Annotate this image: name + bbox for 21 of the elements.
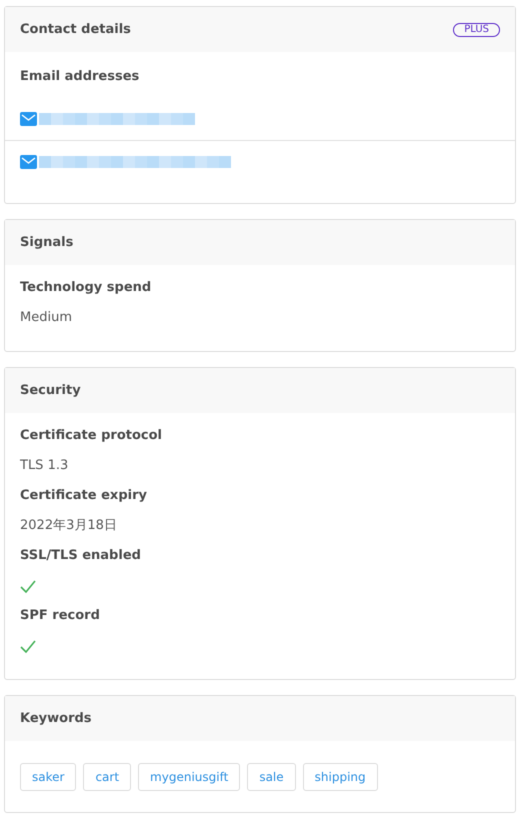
keyword-tag[interactable]: saker (20, 763, 76, 791)
field-value: TLS 1.3 (20, 457, 70, 475)
card-title: Security (20, 383, 81, 398)
keyword-tag[interactable]: shipping (302, 763, 378, 791)
card-title: Contact details (20, 22, 131, 37)
envelope-icon (20, 112, 37, 126)
keyword-tag[interactable]: cart (83, 763, 132, 791)
field-label: SPF record (20, 607, 101, 625)
field-value: 2022年3月18日 (20, 517, 118, 535)
card-title: Keywords (20, 711, 92, 726)
envelope-icon (20, 155, 37, 169)
field-label: Email addresses (20, 68, 140, 86)
card-title: Signals (20, 235, 74, 250)
field-label: Technology spend (20, 279, 152, 297)
keyword-tag[interactable]: mygeniusgift (138, 763, 240, 791)
plus-badge: PLUS (453, 22, 500, 36)
field-label: Certificate protocol (20, 427, 163, 445)
field-value: Medium (20, 309, 73, 327)
keyword-tag[interactable]: sale (247, 763, 296, 791)
field-label: Certificate expiry (20, 487, 148, 505)
field-label: SSL/TLS enabled (20, 547, 142, 565)
